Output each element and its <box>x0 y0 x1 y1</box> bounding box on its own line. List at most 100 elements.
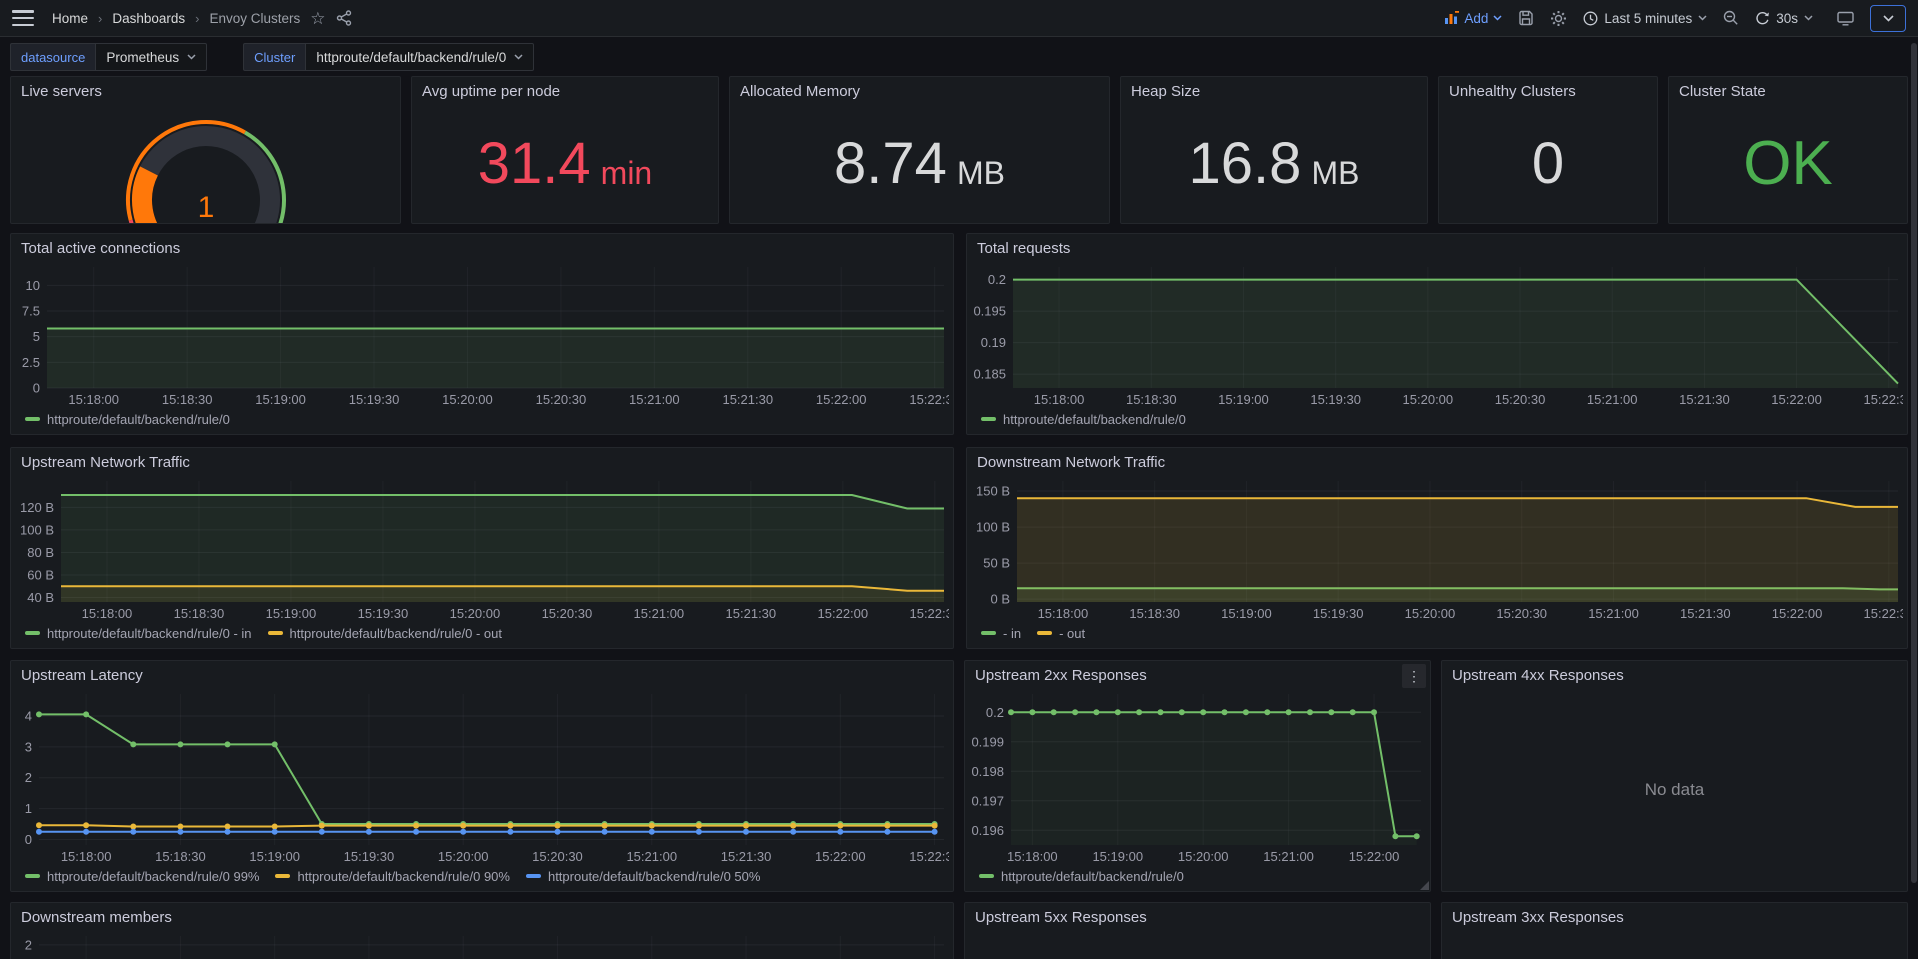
legend-label: httproute/default/backend/rule/0 50% <box>548 869 760 884</box>
time-range-picker[interactable]: Last 5 minutes <box>1583 11 1707 26</box>
panel-title[interactable]: Live servers <box>21 83 102 100</box>
panel-title[interactable]: Upstream 5xx Responses <box>975 909 1147 926</box>
svg-text:15:21:00: 15:21:00 <box>1587 392 1638 407</box>
time-range-label: Last 5 minutes <box>1604 11 1692 26</box>
chart-plot-area[interactable]: 15:18:0015:19:0015:20:0015:21:0015:22:00… <box>965 689 1430 867</box>
panel-title[interactable]: Allocated Memory <box>740 83 860 100</box>
svg-text:0.197: 0.197 <box>971 793 1004 808</box>
svg-text:3: 3 <box>25 739 32 754</box>
legend-item[interactable]: httproute/default/backend/rule/0 <box>981 412 1186 427</box>
panel-title[interactable]: Unhealthy Clusters <box>1449 83 1576 100</box>
gauge-chart: 1 <box>101 105 311 223</box>
page-scrollbar[interactable] <box>1910 37 1918 959</box>
chart-legend: httproute/default/backend/rule/0 <box>967 410 1907 434</box>
legend-item[interactable]: httproute/default/backend/rule/0 99% <box>25 869 259 884</box>
chart-plot-area[interactable]: 15:18:0015:18:3015:19:0015:19:3015:20:00… <box>967 476 1907 624</box>
svg-text:0: 0 <box>33 381 40 396</box>
legend-item[interactable]: httproute/default/backend/rule/0 <box>25 412 230 427</box>
scrollbar-thumb[interactable] <box>1911 43 1917 883</box>
settings-icon[interactable] <box>1550 10 1567 27</box>
panel-title[interactable]: Downstream members <box>21 909 172 926</box>
svg-text:15:22:00: 15:22:00 <box>1772 606 1823 621</box>
panel-title[interactable]: Heap Size <box>1131 83 1200 100</box>
datasource-variable: datasource Prometheus <box>10 43 207 71</box>
panel-title[interactable]: Upstream Network Traffic <box>21 454 190 471</box>
stat-unit: MB <box>957 155 1005 192</box>
panel-title[interactable]: Upstream 4xx Responses <box>1452 667 1624 684</box>
legend-label: httproute/default/backend/rule/0 <box>1001 869 1184 884</box>
svg-text:15:19:00: 15:19:00 <box>1092 849 1143 864</box>
legend-swatch <box>25 631 40 635</box>
time-series-chart: 15:18:0015:19:0015:20:0015:21:0015:22:00… <box>969 689 1426 867</box>
datasource-label[interactable]: datasource <box>10 43 95 71</box>
svg-text:15:21:30: 15:21:30 <box>726 606 777 621</box>
collapse-navbar-button[interactable] <box>1870 5 1906 32</box>
chart-plot-area[interactable]: 15:18:0015:18:3015:19:0015:19:3015:20:00… <box>967 262 1907 410</box>
legend-item[interactable]: httproute/default/backend/rule/0 <box>979 869 1184 884</box>
refresh-picker[interactable]: 30s <box>1755 11 1813 26</box>
svg-text:15:20:00: 15:20:00 <box>1403 392 1454 407</box>
panel-title[interactable]: Total requests <box>977 240 1070 257</box>
svg-text:15:20:00: 15:20:00 <box>450 606 501 621</box>
svg-text:15:21:00: 15:21:00 <box>626 849 677 864</box>
star-icon[interactable]: ☆ <box>310 10 325 27</box>
svg-text:15:22:00: 15:22:00 <box>818 606 869 621</box>
cluster-label[interactable]: Cluster <box>243 43 305 71</box>
chart-plot-area[interactable]: 15:18:0015:18:3015:19:0015:19:3015:20:00… <box>11 689 953 867</box>
legend-item[interactable]: httproute/default/backend/rule/0 - out <box>268 626 502 641</box>
svg-text:15:20:00: 15:20:00 <box>438 849 489 864</box>
svg-text:15:18:30: 15:18:30 <box>155 849 206 864</box>
add-label: Add <box>1464 11 1488 26</box>
cluster-select[interactable]: httproute/default/backend/rule/0 <box>305 43 534 71</box>
add-button[interactable]: Add <box>1444 11 1502 26</box>
chart-plot-area[interactable]: 15:18:0015:18:3015:19:0015:19:3015:20:00… <box>11 262 953 410</box>
chart-legend: - in - out <box>967 624 1907 648</box>
chart-plot-area[interactable]: 15:18:0015:18:3015:19:0015:19:3015:20:00… <box>11 476 953 624</box>
breadcrumb-dashboards[interactable]: Dashboards <box>112 11 185 26</box>
panel-title[interactable]: Upstream 3xx Responses <box>1452 909 1624 926</box>
refresh-interval-label: 30s <box>1776 11 1798 26</box>
legend-item[interactable]: - in <box>981 626 1021 641</box>
datasource-select[interactable]: Prometheus <box>95 43 207 71</box>
time-series-chart: 15:18:0015:18:3015:19:0015:19:3015:20:00… <box>15 262 949 410</box>
panel-title[interactable]: Upstream 2xx Responses <box>975 667 1147 684</box>
panel-downstream-members: Downstream members 15:18:0015:18:3015:19… <box>10 902 954 959</box>
legend-swatch <box>981 417 996 421</box>
svg-text:15:22:00: 15:22:00 <box>1349 849 1400 864</box>
legend-swatch <box>1037 631 1052 635</box>
gauge-value: 1 <box>197 191 214 223</box>
svg-text:80 B: 80 B <box>27 545 54 560</box>
svg-text:0.196: 0.196 <box>971 823 1004 838</box>
chevron-down-icon <box>1698 15 1707 21</box>
chart-plot-area[interactable]: 15:18:0015:18:3015:19:0015:19:3015:20:00… <box>11 931 953 959</box>
zoom-out-icon[interactable] <box>1723 10 1739 26</box>
legend-item[interactable]: httproute/default/backend/rule/0 - in <box>25 626 252 641</box>
panel-title[interactable]: Total active connections <box>21 240 180 257</box>
panel-menu-button[interactable]: ⋮ <box>1402 664 1426 688</box>
panel-title[interactable]: Cluster State <box>1679 83 1766 100</box>
panel-title[interactable]: Avg uptime per node <box>422 83 560 100</box>
legend-label: httproute/default/backend/rule/0 <box>1003 412 1186 427</box>
panel-allocated-memory: Allocated Memory 8.74MB <box>729 76 1110 224</box>
legend-item[interactable]: httproute/default/backend/rule/0 50% <box>526 869 760 884</box>
svg-text:100 B: 100 B <box>20 522 54 537</box>
svg-text:15:20:30: 15:20:30 <box>1496 606 1547 621</box>
panel-title[interactable]: Downstream Network Traffic <box>977 454 1165 471</box>
share-icon[interactable] <box>336 10 352 26</box>
svg-text:100 B: 100 B <box>976 520 1010 535</box>
svg-text:0.195: 0.195 <box>973 304 1006 319</box>
panel-title[interactable]: Upstream Latency <box>21 667 143 684</box>
menu-icon[interactable] <box>12 10 34 26</box>
legend-swatch <box>979 874 994 878</box>
breadcrumb-home[interactable]: Home <box>52 11 88 26</box>
stats-row: Live servers 1 Avg uptime per node 31.4m… <box>10 76 1908 224</box>
svg-text:15:19:00: 15:19:00 <box>255 392 306 407</box>
stat-value: 0 <box>1532 135 1564 193</box>
svg-text:2: 2 <box>25 937 32 952</box>
legend-item[interactable]: httproute/default/backend/rule/0 90% <box>275 869 509 884</box>
legend-swatch <box>268 631 283 635</box>
tv-icon[interactable] <box>1837 11 1854 26</box>
svg-text:15:20:30: 15:20:30 <box>536 392 587 407</box>
legend-item[interactable]: - out <box>1037 626 1085 641</box>
save-dashboard-icon[interactable] <box>1518 10 1534 26</box>
